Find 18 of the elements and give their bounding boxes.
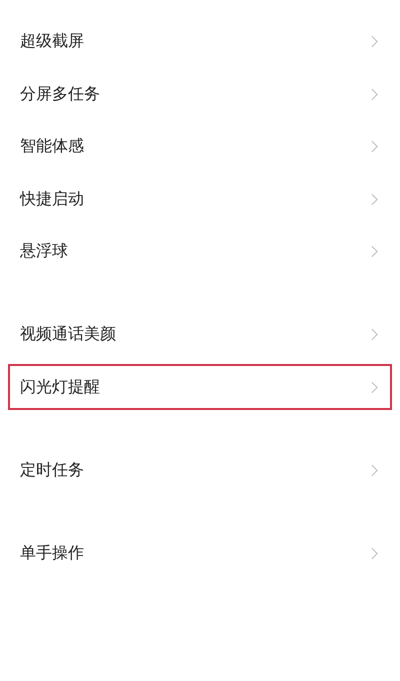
settings-item[interactable]: 单手操作 <box>8 530 392 576</box>
chevron-icon <box>371 464 378 476</box>
settings-item[interactable]: 分屏多任务 <box>8 71 392 117</box>
chevron-icon <box>371 546 378 560</box>
settings-item[interactable]: 悬浮球 <box>8 228 392 274</box>
chevron-icon <box>371 35 378 48</box>
settings-item[interactable]: 闪光灯提醒 <box>8 364 392 410</box>
chevron-icon <box>371 380 378 394</box>
chevron-icon <box>371 140 378 153</box>
chevron-icon <box>371 328 378 341</box>
chevron-icon <box>371 192 378 206</box>
chevron-icon <box>371 88 378 100</box>
settings-item[interactable]: 超级截屏 <box>8 18 392 64</box>
settings-item[interactable]: 快捷启动 <box>8 176 392 222</box>
settings-item[interactable]: 定时任务 <box>8 447 392 493</box>
chevron-icon <box>371 245 378 258</box>
settings-item[interactable]: 视频通话美颜 <box>8 312 392 358</box>
settings-item[interactable]: 智能体感 <box>8 124 392 170</box>
